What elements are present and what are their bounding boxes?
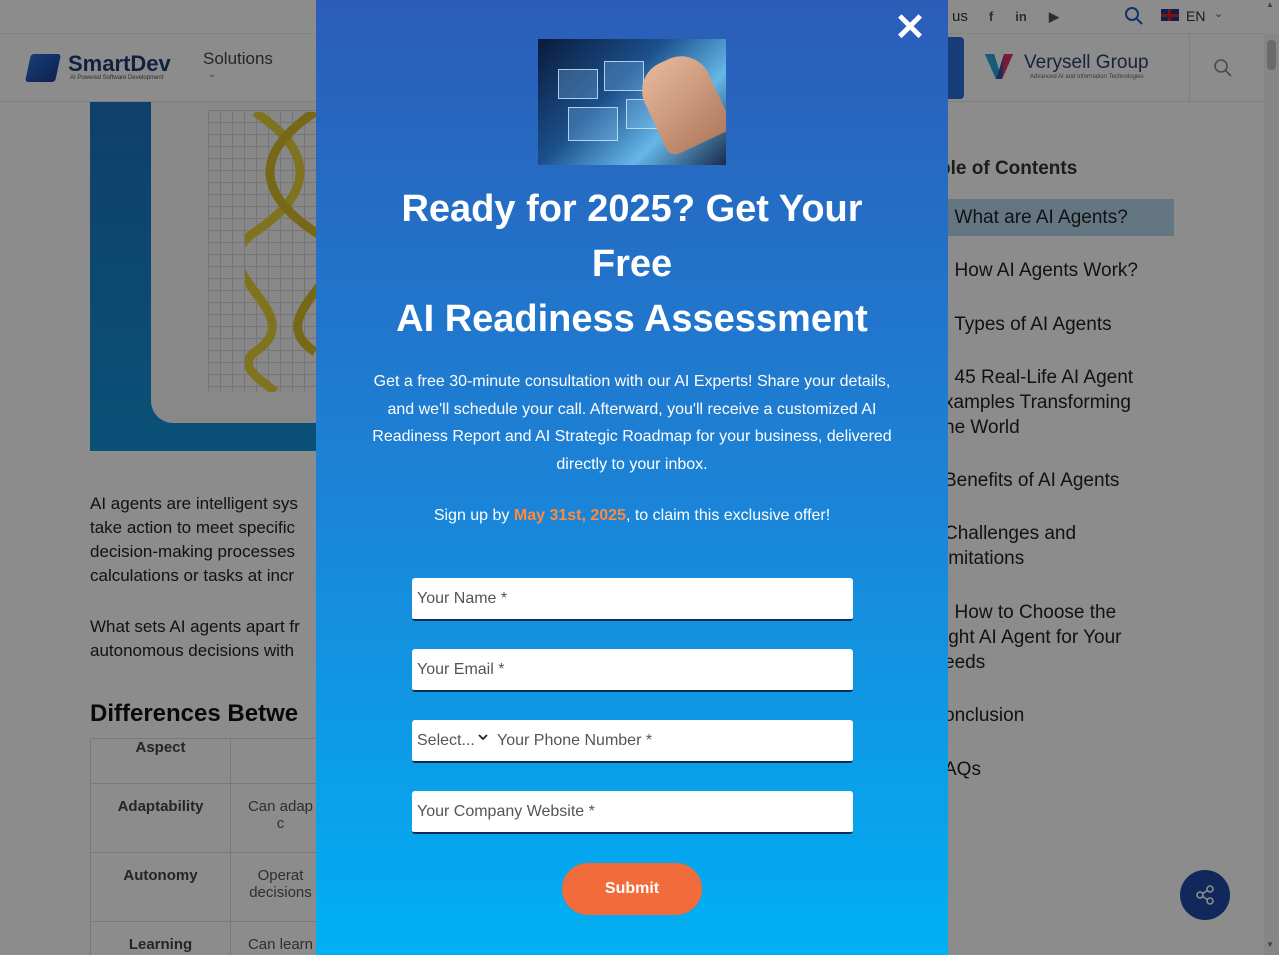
signup-deadline: Sign up by May 31st, 2025, to claim this… (433, 507, 831, 524)
deadline-date: May 31st, 2025 (513, 507, 626, 524)
website-input[interactable] (412, 791, 853, 832)
modal-description: Get a free 30-minute consultation with o… (372, 373, 892, 473)
email-input[interactable] (412, 649, 853, 690)
assessment-modal: ✕ Ready for 2025? Get Your Free AI Readi… (316, 0, 948, 955)
email-field[interactable] (412, 649, 853, 692)
promo-image (538, 39, 726, 165)
chevron-down-icon[interactable] (478, 732, 488, 742)
phone-field[interactable]: Select... (412, 720, 853, 763)
name-field[interactable] (412, 578, 853, 621)
submit-button[interactable]: Submit (562, 863, 702, 915)
name-input[interactable] (412, 578, 853, 619)
website-field[interactable] (412, 791, 853, 834)
modal-title: Ready for 2025? Get Your Free AI Readine… (396, 188, 868, 340)
close-icon[interactable]: ✕ (892, 9, 928, 47)
phone-input[interactable] (492, 720, 853, 761)
